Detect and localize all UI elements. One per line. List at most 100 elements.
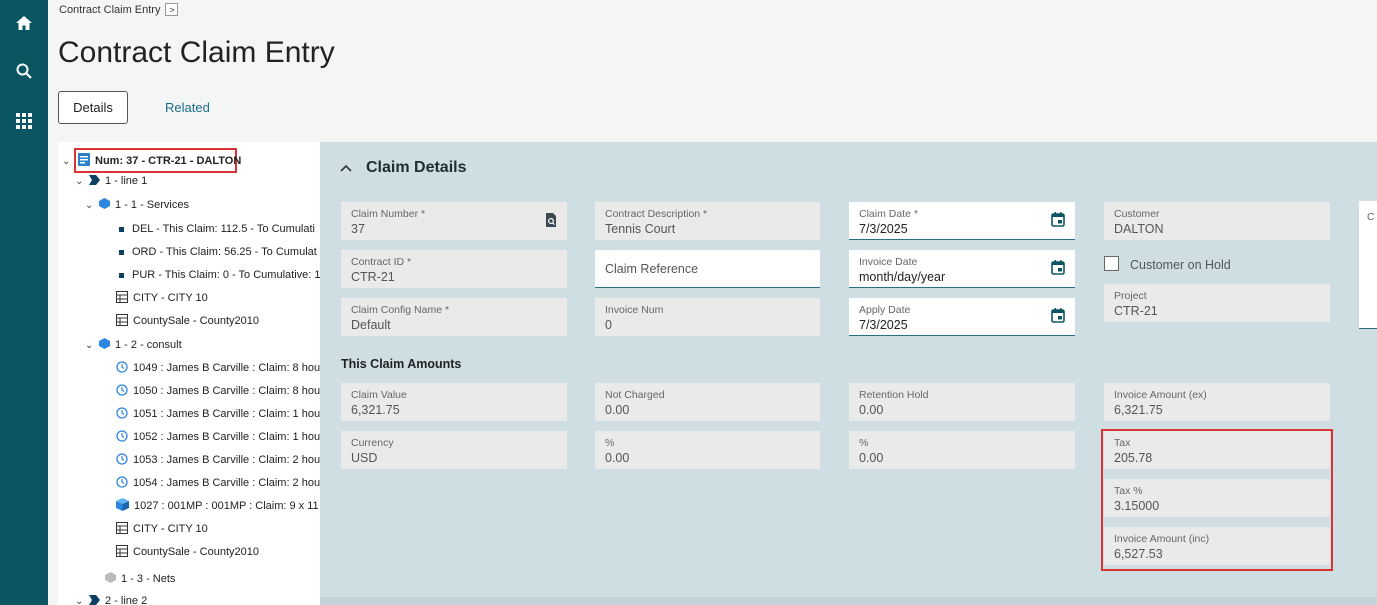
claim-reference-field[interactable]: Claim Reference	[595, 250, 820, 288]
calendar-icon[interactable]	[1051, 308, 1065, 328]
checkbox-label: Customer on Hold	[1130, 258, 1231, 272]
tree-node-pur[interactable]: PUR - This Claim: 0 - To Cumulative: 1	[119, 265, 320, 285]
hexagon-icon	[99, 338, 110, 352]
tree-node-countysale[interactable]: CountySale - County2010	[116, 311, 259, 331]
field-value: 0.00	[605, 451, 630, 465]
field-value: CTR-21	[1114, 304, 1158, 318]
tree-node-nets[interactable]: 1 - 3 - Nets	[105, 569, 175, 589]
tree-node-timeentry[interactable]: 1053 : James B Carville : Claim: 2 hou	[116, 450, 320, 470]
project-field[interactable]: Project CTR-21	[1104, 284, 1330, 322]
tree-node-material[interactable]: 1027 : 001MP : 001MP : Claim: 9 x 11 U	[116, 496, 320, 516]
tree-node-label: CountySale - County2010	[133, 315, 259, 327]
invoice-amount-ex-field[interactable]: Invoice Amount (ex) 6,321.75	[1104, 383, 1330, 421]
chevron-down-icon[interactable]: ⌄	[62, 156, 72, 167]
tag-icon	[89, 174, 100, 188]
tree-node-timeentry[interactable]: 1054 : James B Carville : Claim: 2 hou	[116, 473, 320, 493]
field-label: %	[859, 437, 869, 449]
clock-icon	[116, 383, 128, 399]
tree-node-label: 1 - 3 - Nets	[121, 573, 176, 585]
field-label: Currency	[351, 437, 394, 449]
chevron-down-icon[interactable]: ⌄	[85, 340, 95, 351]
box-icon	[116, 498, 129, 514]
claim-number-field[interactable]: Claim Number * 37	[341, 202, 567, 240]
search-icon[interactable]	[12, 59, 36, 83]
tab-details[interactable]: Details	[58, 91, 128, 124]
tree-node-countysale[interactable]: CountySale - County2010	[116, 542, 259, 562]
highlight-box	[1101, 429, 1333, 571]
tree-node-line2[interactable]: ⌄ 2 - line 2	[75, 591, 147, 605]
field-value: 6,321.75	[351, 403, 400, 417]
claim-details-header[interactable]: Claim Details	[340, 148, 466, 188]
apply-date-field[interactable]: Apply Date 7/3/2025	[849, 298, 1075, 336]
tree-node-label: 1053 : James B Carville : Claim: 2 hou	[133, 454, 320, 466]
field-label: Invoice Num	[605, 304, 664, 316]
amounts-section-title: This Claim Amounts	[341, 357, 462, 371]
field-value: 7/3/2025	[859, 318, 908, 332]
tree-node-label: CITY - CITY 10	[133, 523, 208, 535]
contract-description-field[interactable]: Contract Description * Tennis Court	[595, 202, 820, 240]
tree-node-ord[interactable]: ORD - This Claim: 56.25 - To Cumulat	[119, 242, 317, 262]
tab-related[interactable]: Related	[165, 100, 210, 115]
tree-node-services[interactable]: ⌄ 1 - 1 - Services	[85, 195, 189, 215]
contract-icon	[78, 153, 90, 169]
field-value: CTR-21	[351, 270, 395, 284]
tree-node-timeentry[interactable]: 1051 : James B Carville : Claim: 1 hou	[116, 404, 320, 424]
claim-value-field[interactable]: Claim Value 6,321.75	[341, 383, 567, 421]
field-label: Claim Config Name *	[351, 304, 450, 316]
square-bullet-icon	[119, 246, 124, 258]
field-label: C	[1367, 211, 1375, 223]
search-lookup-icon[interactable]	[545, 213, 557, 232]
tree-node-label: 1027 : 001MP : 001MP : Claim: 9 x 11 U	[134, 500, 320, 512]
tree-node-label: 2 - line 2	[105, 595, 148, 605]
breadcrumb-expand-button[interactable]: >	[165, 3, 179, 16]
next-section-header	[320, 597, 1377, 605]
not-charged-percent-field[interactable]: % 0.00	[595, 431, 820, 469]
tree-root[interactable]: ⌄ Num: 37 - CTR-21 - DALTON	[62, 151, 241, 171]
chevron-down-icon[interactable]: ⌄	[75, 176, 85, 187]
section-title: Claim Details	[366, 159, 467, 176]
invoice-num-field[interactable]: Invoice Num 0	[595, 298, 820, 336]
tree-node-timeentry[interactable]: 1052 : James B Carville : Claim: 1 hou	[116, 427, 320, 447]
calendar-icon[interactable]	[1051, 212, 1065, 232]
table-icon	[116, 521, 128, 537]
chevron-up-icon[interactable]	[340, 159, 352, 177]
tree-node-timeentry[interactable]: 1049 : James B Carville : Claim: 8 hou	[116, 358, 320, 378]
hexagon-icon	[99, 198, 110, 212]
retention-percent-field[interactable]: % 0.00	[849, 431, 1075, 469]
invoice-date-field[interactable]: Invoice Date month/day/year	[849, 250, 1075, 288]
tree-node-del[interactable]: DEL - This Claim: 112.5 - To Cumulati	[119, 219, 315, 239]
field-value: Default	[351, 318, 391, 332]
square-bullet-icon	[119, 223, 124, 235]
customer-on-hold-checkbox[interactable]	[1104, 256, 1119, 271]
table-icon	[116, 290, 128, 306]
field-value: 0.00	[859, 451, 884, 465]
truncated-field[interactable]: C	[1359, 201, 1377, 329]
calendar-icon[interactable]	[1051, 260, 1065, 280]
clock-icon	[116, 452, 128, 468]
home-icon[interactable]	[12, 11, 36, 35]
tree-node-city[interactable]: CITY - CITY 10	[116, 519, 208, 539]
contract-id-field[interactable]: Contract ID * CTR-21	[341, 250, 567, 288]
field-value: 0.00	[859, 403, 884, 417]
tree-node-timeentry[interactable]: 1050 : James B Carville : Claim: 8 hou	[116, 381, 320, 401]
retention-hold-field[interactable]: Retention Hold 0.00	[849, 383, 1075, 421]
field-value: DALTON	[1114, 222, 1164, 236]
clock-icon	[116, 406, 128, 422]
not-charged-field[interactable]: Not Charged 0.00	[595, 383, 820, 421]
tree-node-label: 1 - 2 - consult	[115, 339, 182, 351]
breadcrumb-item[interactable]: Contract Claim Entry	[59, 4, 160, 16]
currency-field[interactable]: Currency USD	[341, 431, 567, 469]
chevron-down-icon[interactable]: ⌄	[85, 200, 95, 211]
tree-node-consult[interactable]: ⌄ 1 - 2 - consult	[85, 335, 182, 355]
tree-node-city[interactable]: CITY - CITY 10	[116, 288, 208, 308]
customer-field[interactable]: Customer DALTON	[1104, 202, 1330, 240]
claim-config-name-field[interactable]: Claim Config Name * Default	[341, 298, 567, 336]
tree-node-label: 1054 : James B Carville : Claim: 2 hou	[133, 477, 320, 489]
apps-grid-icon[interactable]	[12, 109, 36, 133]
clock-icon	[116, 360, 128, 376]
claim-date-field[interactable]: Claim Date * 7/3/2025	[849, 202, 1075, 240]
chevron-down-icon[interactable]: ⌄	[75, 596, 85, 605]
tree-node-label: 1052 : James B Carville : Claim: 1 hou	[133, 431, 320, 443]
field-label: Project	[1114, 290, 1147, 302]
tree-node-line1[interactable]: ⌄ 1 - line 1	[75, 171, 147, 191]
